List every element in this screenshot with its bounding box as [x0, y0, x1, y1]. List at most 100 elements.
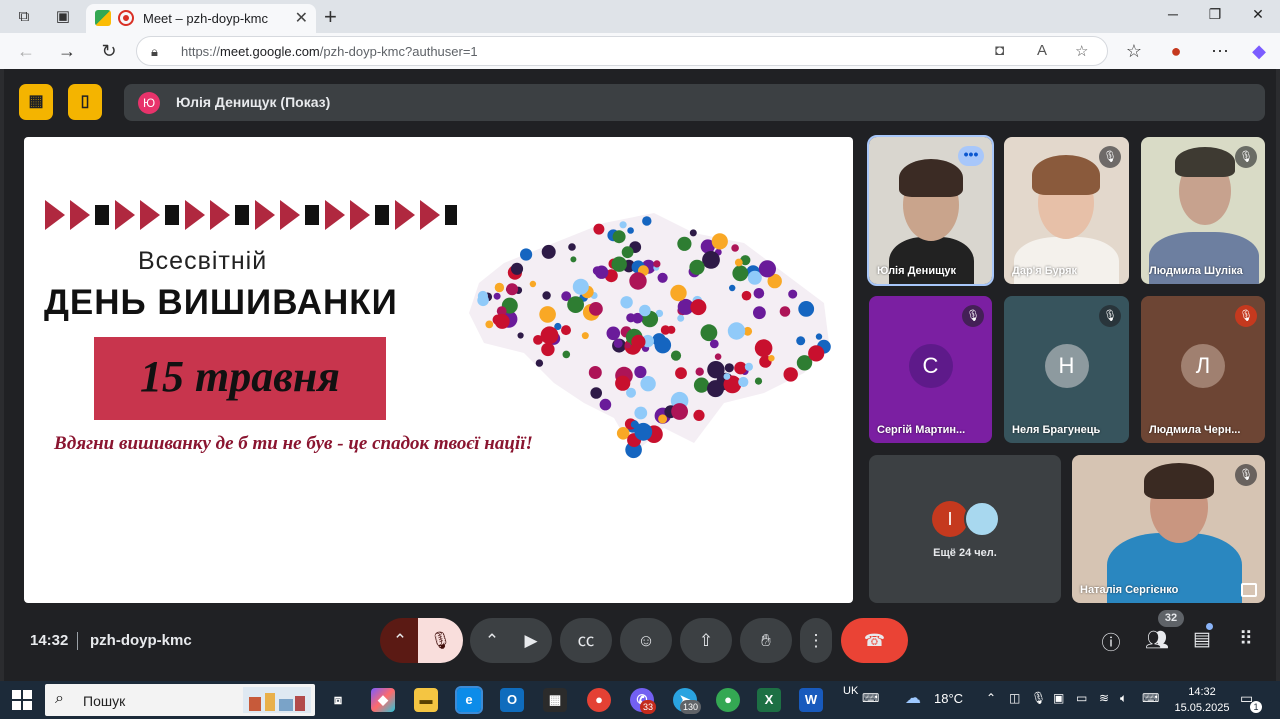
show-hidden-icons-icon[interactable]: ⌃ — [986, 691, 996, 705]
presenter-banner: Ю Юлія Денищук (Показ) — [124, 84, 1265, 121]
task-view-icon[interactable]: ⧈ — [326, 688, 350, 712]
new-tab-button[interactable]: + — [324, 4, 337, 30]
close-window-button[interactable]: ✕ — [1243, 6, 1273, 23]
viber-badge: 33 — [640, 700, 657, 714]
tab-title: Meet – pzh-doyp-kmc — [143, 11, 268, 26]
mic-muted-icon: 🎙︎ — [1235, 305, 1257, 327]
more-options-icon[interactable]: ••• — [958, 146, 984, 166]
camera-tray-icon[interactable]: ▣ — [1053, 691, 1064, 705]
favorite-star-icon[interactable]: ☆ — [1075, 42, 1088, 60]
present-button[interactable]: ⇧ — [680, 618, 732, 663]
participant-tile[interactable]: 🎙︎ Наталія Сергієнко — [1072, 455, 1265, 603]
flower-mark — [670, 350, 682, 361]
minimize-button[interactable]: ─ — [1158, 6, 1188, 22]
meet-window: ▦ ▯ Ю Юлія Денищук (Показ) Всесвітній ДЕ… — [0, 69, 1280, 681]
outlook-icon[interactable]: O — [500, 688, 524, 712]
taskbar-search-input[interactable]: ⌕ Пошук — [45, 684, 315, 716]
presenter-label: Юлія Денищук (Показ) — [176, 94, 331, 110]
flower-mark — [660, 325, 671, 335]
read-aloud-icon[interactable]: A — [1037, 42, 1047, 59]
volume-icon[interactable]: 🔈︎ — [1120, 691, 1127, 706]
store-icon[interactable]: ▦ — [543, 688, 567, 712]
stop-presenting-icon[interactable]: ▦ — [19, 84, 53, 120]
people-count-badge: 32 — [1158, 610, 1184, 627]
tab-actions-icon[interactable]: ▣ — [52, 6, 74, 28]
flower-mark — [620, 296, 633, 309]
participant-tile[interactable]: 🎙︎ Дар'я Буряк — [1004, 137, 1129, 284]
microphone-icon[interactable]: 🎙︎ — [1031, 691, 1046, 705]
flower-mark — [590, 387, 602, 399]
maximize-button[interactable]: ❐ — [1200, 6, 1230, 23]
video-person-hair — [1175, 147, 1235, 177]
chat-icon[interactable]: ▤ — [1188, 628, 1216, 651]
participant-tile[interactable]: Л 🎙︎ Людмила Черн... — [1141, 296, 1265, 443]
reload-icon[interactable]: ↻ — [97, 41, 121, 62]
reactions-button[interactable]: ☺ — [620, 618, 672, 663]
presentation-layout-icon[interactable]: ▯ — [68, 84, 102, 120]
raise-hand-button[interactable]: ✋︎ — [740, 618, 792, 663]
flower-mark — [727, 322, 746, 340]
battery-icon[interactable]: ▭ — [1076, 691, 1087, 705]
participant-tile[interactable]: 🎙︎ Людмила Шуліка — [1141, 137, 1265, 284]
flower-mark — [634, 365, 647, 379]
keyboard-lang[interactable]: UK — [843, 685, 858, 697]
meeting-info-icon[interactable]: ⓘ — [1097, 628, 1125, 655]
meet-share-icon[interactable]: ◫ — [1009, 691, 1020, 705]
more-menu-icon[interactable]: ⋯ — [1208, 41, 1232, 62]
weather-temp[interactable]: 18°C — [934, 691, 963, 706]
windows-taskbar: ⌕ Пошук ⧈ ◆ ▬ e O ▦ ● ✆ 33 ➤ 130 ● X W U… — [0, 681, 1280, 719]
flower-mark — [570, 256, 577, 263]
favorites-icon[interactable]: ☆ — [1122, 41, 1146, 62]
profile-avatar[interactable]: ● — [1164, 41, 1188, 62]
audio-options-button[interactable]: ⌃ — [380, 618, 420, 663]
flower-mark — [581, 332, 589, 340]
chrome-icon[interactable]: ● — [587, 688, 611, 712]
flower-mark — [492, 314, 504, 326]
flower-mark — [658, 414, 668, 424]
workspaces-icon[interactable]: ⧉ — [13, 6, 35, 28]
edge-icon[interactable]: e — [455, 686, 483, 714]
leave-call-button[interactable]: ☎ — [841, 618, 908, 663]
back-icon[interactable]: ← — [14, 41, 38, 62]
keyboard-icon[interactable]: ⌨ — [862, 691, 879, 705]
flower-mark — [671, 403, 688, 420]
word-icon[interactable]: W — [799, 688, 823, 712]
flower-mark — [542, 291, 551, 300]
excel-icon[interactable]: X — [757, 688, 781, 712]
taskbar-clock[interactable]: 14:32 15.05.2025 — [1174, 684, 1230, 716]
camera-in-use-icon[interactable]: ◘ — [995, 42, 1004, 59]
others-tile[interactable]: І Ещё 24 чел. — [869, 455, 1061, 603]
forward-icon[interactable]: → — [55, 41, 79, 62]
flower-mark — [695, 367, 704, 376]
camera-toggle-button[interactable]: ▶ — [510, 618, 552, 663]
meeting-time: 14:32 — [30, 632, 69, 649]
copilot-taskbar-icon[interactable]: ◆ — [371, 688, 395, 712]
video-options-button[interactable]: ⌃ — [470, 618, 514, 663]
file-explorer-icon[interactable]: ▬ — [414, 688, 438, 712]
site-info-icon[interactable]: 🔒︎ — [151, 44, 158, 60]
copilot-icon[interactable]: ◆ — [1247, 41, 1271, 62]
flower-mark — [711, 233, 728, 250]
start-button[interactable] — [12, 690, 32, 710]
url-field[interactable]: 🔒︎ https://meet.google.com/pzh-doyp-kmc?… — [136, 36, 1108, 66]
mic-muted-icon: 🎙︎ — [962, 305, 984, 327]
activities-icon[interactable]: ⠿ — [1232, 628, 1260, 651]
flower-mark — [654, 336, 672, 354]
chrome-profile-icon[interactable]: ● — [716, 688, 740, 712]
more-options-button[interactable]: ⋮ — [800, 618, 832, 663]
flower-mark — [653, 260, 661, 268]
participant-tile[interactable]: Н 🎙︎ Неля Брагунець — [1004, 296, 1129, 443]
weather-icon[interactable]: ☁ — [905, 688, 921, 708]
close-tab-icon[interactable]: ✕ — [295, 8, 308, 28]
keyboard-layout-icon[interactable]: ⌨ — [1142, 691, 1159, 705]
participant-tile[interactable]: С 🎙︎ Сергій Мартин... — [869, 296, 992, 443]
flower-mark — [619, 221, 627, 229]
mic-toggle-button[interactable]: 🎙︎ — [418, 618, 463, 663]
tab-meet[interactable]: Meet – pzh-doyp-kmc ✕ — [86, 4, 316, 33]
pip-icon[interactable] — [1241, 583, 1257, 597]
people-icon[interactable]: 👥︎ — [1143, 628, 1171, 652]
participant-name: Сергій Мартин... — [877, 424, 966, 436]
captions-button[interactable]: ㏄ — [560, 618, 612, 663]
participant-tile[interactable]: ••• Юлія Денищук — [867, 135, 994, 286]
wifi-icon[interactable]: ≋ — [1099, 691, 1109, 705]
